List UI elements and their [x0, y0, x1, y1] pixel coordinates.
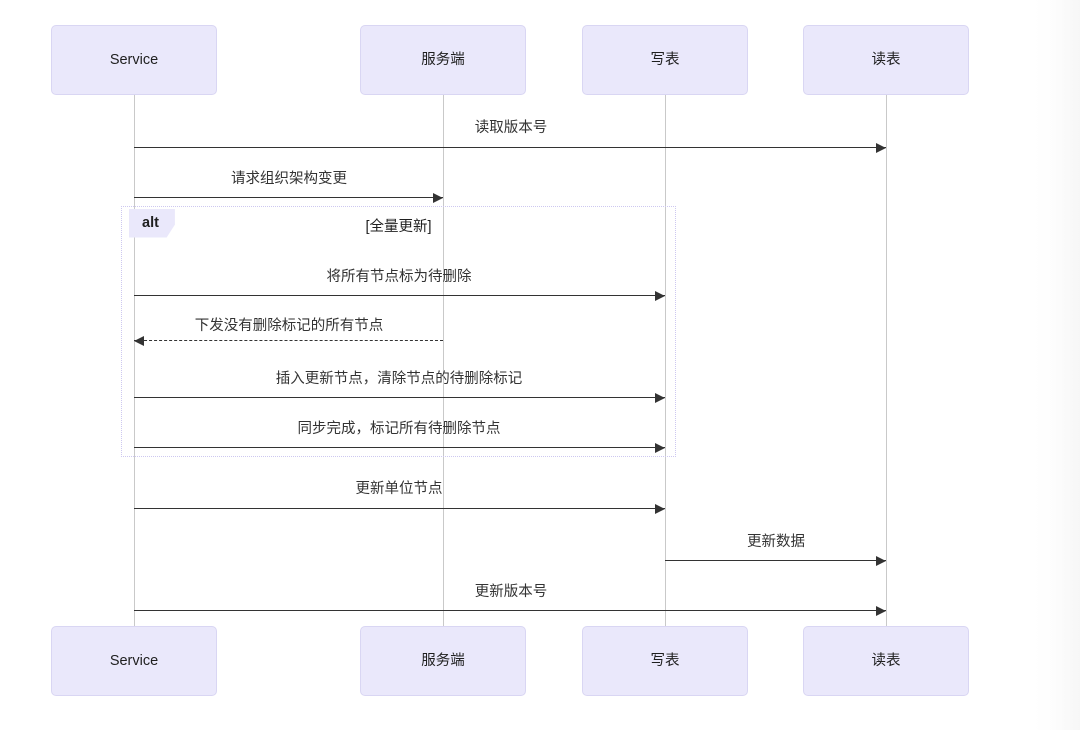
- arrowhead-m3: [655, 291, 665, 301]
- participant-label: 读表: [871, 652, 901, 669]
- message-line-m4: [134, 340, 443, 341]
- arrowhead-m4: [134, 336, 144, 346]
- message-label-m2: 请求组织架构变更: [231, 171, 347, 187]
- message-label-m6: 同步完成，标记所有待删除节点: [297, 421, 501, 437]
- participant-label: Service: [109, 652, 159, 669]
- participant-label: 写表: [650, 652, 680, 669]
- arrowhead-m6: [655, 443, 665, 453]
- message-line-m7: [134, 508, 665, 509]
- participant-label: 服务端: [421, 51, 465, 68]
- arrowhead-m9: [876, 606, 886, 616]
- alt-operator-tag: alt: [129, 209, 175, 238]
- message-line-m8: [665, 560, 886, 561]
- participant-label: 写表: [650, 51, 680, 68]
- message-label-m5: 插入更新节点，清除节点的待删除标记: [275, 371, 523, 387]
- message-line-m1: [134, 147, 886, 148]
- participant-read_table-top[interactable]: 读表: [803, 25, 969, 95]
- message-line-m2: [134, 197, 443, 198]
- message-line-m3: [134, 295, 665, 296]
- participant-service-top[interactable]: Service: [51, 25, 217, 95]
- participant-write_table-bottom[interactable]: 写表: [582, 626, 748, 696]
- message-label-m8: 更新数据: [747, 534, 805, 550]
- alt-condition-label: [全量更新]: [365, 219, 432, 235]
- arrowhead-m1: [876, 143, 886, 153]
- message-line-m5: [134, 397, 665, 398]
- arrowhead-m2: [433, 193, 443, 203]
- message-label-m3: 将所有节点标为待删除: [326, 269, 472, 285]
- arrowhead-m5: [655, 393, 665, 403]
- lifeline-read_table: [886, 95, 887, 626]
- message-label-m9: 更新版本号: [474, 584, 548, 600]
- message-label-m1: 读取版本号: [474, 120, 548, 136]
- participant-label: Service: [109, 51, 159, 68]
- participant-write_table-top[interactable]: 写表: [582, 25, 748, 95]
- message-label-m4: 下发没有删除标记的所有节点: [194, 318, 384, 334]
- sequence-diagram-canvas: alt [全量更新] 读取版本号请求组织架构变更将所有节点标为待删除下发没有删除标…: [0, 0, 1080, 730]
- message-line-m6: [134, 447, 665, 448]
- message-label-m7: 更新单位节点: [355, 481, 443, 497]
- arrowhead-m8: [876, 556, 886, 566]
- arrowhead-m7: [655, 504, 665, 514]
- participant-server-bottom[interactable]: 服务端: [360, 626, 526, 696]
- participant-service-bottom[interactable]: Service: [51, 626, 217, 696]
- participant-label: 服务端: [421, 652, 465, 669]
- participant-read_table-bottom[interactable]: 读表: [803, 626, 969, 696]
- page-edge-shadow: [1034, 0, 1080, 730]
- participant-label: 读表: [871, 51, 901, 68]
- message-line-m9: [134, 610, 886, 611]
- participant-server-top[interactable]: 服务端: [360, 25, 526, 95]
